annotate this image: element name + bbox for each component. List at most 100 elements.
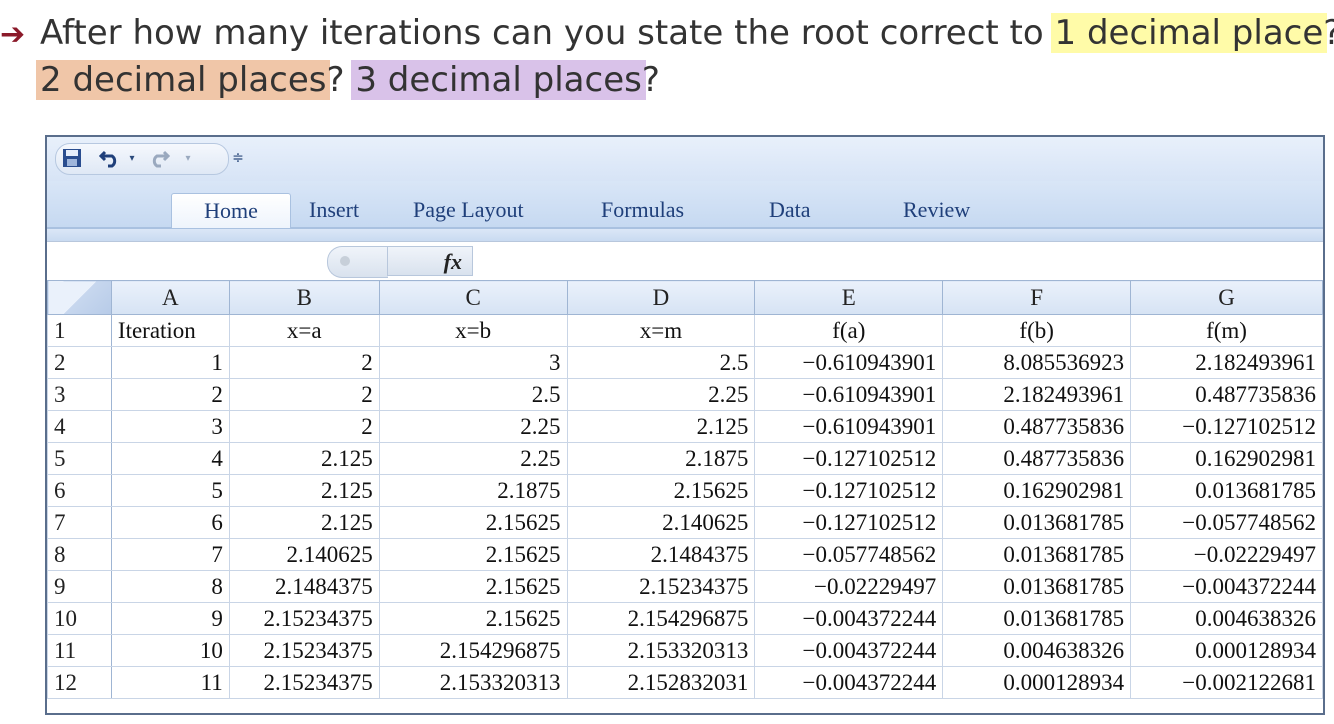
cell-c2[interactable]: 3 [378, 346, 568, 379]
undo-dropdown-icon[interactable]: ▾ [127, 147, 137, 169]
tab-data[interactable]: Data [763, 193, 817, 227]
cell-c7[interactable]: 2.15625 [378, 506, 568, 539]
cell-d12[interactable]: 2.152832031 [566, 666, 756, 699]
cell-g2[interactable]: 2.182493961 [1130, 346, 1323, 379]
redo-icon[interactable] [147, 147, 171, 169]
row-header[interactable]: 3 [47, 378, 112, 411]
column-header-d[interactable]: D [566, 280, 756, 315]
cell-b1[interactable]: x=a [228, 314, 380, 347]
cell-a2[interactable]: 1 [110, 346, 230, 379]
cell-g6[interactable]: 0.013681785 [1130, 474, 1323, 507]
cell-d1[interactable]: x=m [566, 314, 756, 347]
cell-c8[interactable]: 2.15625 [378, 538, 568, 571]
cell-d2[interactable]: 2.5 [566, 346, 756, 379]
cell-d5[interactable]: 2.1875 [566, 442, 756, 475]
cell-d8[interactable]: 2.1484375 [566, 538, 756, 571]
cell-c12[interactable]: 2.153320313 [378, 666, 568, 699]
cell-f1[interactable]: f(b) [942, 314, 1132, 347]
cell-b4[interactable]: 2 [228, 410, 380, 443]
undo-icon[interactable] [97, 147, 123, 169]
column-header-e[interactable]: E [754, 280, 944, 315]
row-header[interactable]: 9 [47, 570, 112, 603]
column-header-a[interactable]: A [110, 280, 230, 315]
tab-home[interactable]: Home [171, 193, 291, 228]
cell-e1[interactable]: f(a) [754, 314, 944, 347]
cell-e11[interactable]: −0.004372244 [754, 634, 944, 667]
cell-c3[interactable]: 2.5 [378, 378, 568, 411]
cell-f5[interactable]: 0.487735836 [942, 442, 1132, 475]
cell-e2[interactable]: −0.610943901 [754, 346, 944, 379]
row-header[interactable]: 4 [47, 410, 112, 443]
tab-page-layout[interactable]: Page Layout [407, 193, 530, 227]
cell-d6[interactable]: 2.15625 [566, 474, 756, 507]
cell-b5[interactable]: 2.125 [228, 442, 380, 475]
cell-g4[interactable]: −0.127102512 [1130, 410, 1323, 443]
column-header-g[interactable]: G [1130, 280, 1323, 315]
select-all-corner[interactable] [47, 280, 112, 315]
cell-c11[interactable]: 2.154296875 [378, 634, 568, 667]
cell-g5[interactable]: 0.162902981 [1130, 442, 1323, 475]
cell-g8[interactable]: −0.02229497 [1130, 538, 1323, 571]
cell-g3[interactable]: 0.487735836 [1130, 378, 1323, 411]
fx-icon[interactable]: fx [387, 246, 473, 276]
cell-e4[interactable]: −0.610943901 [754, 410, 944, 443]
cell-a12[interactable]: 11 [110, 666, 230, 699]
cell-b12[interactable]: 2.15234375 [228, 666, 380, 699]
cell-f4[interactable]: 0.487735836 [942, 410, 1132, 443]
column-header-c[interactable]: C [378, 280, 568, 315]
cell-e5[interactable]: −0.127102512 [754, 442, 944, 475]
tab-review[interactable]: Review [897, 193, 976, 227]
cell-c10[interactable]: 2.15625 [378, 602, 568, 635]
cell-d4[interactable]: 2.125 [566, 410, 756, 443]
tab-insert[interactable]: Insert [303, 193, 365, 227]
column-header-f[interactable]: F [942, 280, 1132, 315]
cell-b11[interactable]: 2.15234375 [228, 634, 380, 667]
cell-b2[interactable]: 2 [228, 346, 380, 379]
cell-g12[interactable]: −0.002122681 [1130, 666, 1323, 699]
cell-g7[interactable]: −0.057748562 [1130, 506, 1323, 539]
row-header[interactable]: 8 [47, 538, 112, 571]
cell-d7[interactable]: 2.140625 [566, 506, 756, 539]
cell-f2[interactable]: 8.085536923 [942, 346, 1132, 379]
cell-c9[interactable]: 2.15625 [378, 570, 568, 603]
cell-a7[interactable]: 6 [110, 506, 230, 539]
cell-a9[interactable]: 8 [110, 570, 230, 603]
tab-formulas[interactable]: Formulas [595, 193, 690, 227]
cell-d9[interactable]: 2.15234375 [566, 570, 756, 603]
cell-d11[interactable]: 2.153320313 [566, 634, 756, 667]
cell-b6[interactable]: 2.125 [228, 474, 380, 507]
cell-e12[interactable]: −0.004372244 [754, 666, 944, 699]
cell-e8[interactable]: −0.057748562 [754, 538, 944, 571]
row-header[interactable]: 11 [47, 634, 112, 667]
name-box-handle[interactable] [327, 246, 388, 278]
cell-g10[interactable]: 0.004638326 [1130, 602, 1323, 635]
cell-a4[interactable]: 3 [110, 410, 230, 443]
cell-a11[interactable]: 10 [110, 634, 230, 667]
cell-c1[interactable]: x=b [378, 314, 568, 347]
cell-a10[interactable]: 9 [110, 602, 230, 635]
cell-d10[interactable]: 2.154296875 [566, 602, 756, 635]
cell-e3[interactable]: −0.610943901 [754, 378, 944, 411]
cell-b7[interactable]: 2.125 [228, 506, 380, 539]
cell-f6[interactable]: 0.162902981 [942, 474, 1132, 507]
cell-f11[interactable]: 0.004638326 [942, 634, 1132, 667]
row-header[interactable]: 2 [47, 346, 112, 379]
cell-a3[interactable]: 2 [110, 378, 230, 411]
cell-e7[interactable]: −0.127102512 [754, 506, 944, 539]
cell-f8[interactable]: 0.013681785 [942, 538, 1132, 571]
cell-f9[interactable]: 0.013681785 [942, 570, 1132, 603]
customize-toolbar-icon[interactable]: ≑ [231, 147, 245, 169]
cell-b10[interactable]: 2.15234375 [228, 602, 380, 635]
cell-a8[interactable]: 7 [110, 538, 230, 571]
cell-g9[interactable]: −0.004372244 [1130, 570, 1323, 603]
cell-c5[interactable]: 2.25 [378, 442, 568, 475]
row-header[interactable]: 5 [47, 442, 112, 475]
cell-g11[interactable]: 0.000128934 [1130, 634, 1323, 667]
row-header[interactable]: 12 [47, 666, 112, 699]
column-header-b[interactable]: B [228, 280, 380, 315]
row-header[interactable]: 1 [47, 314, 112, 347]
row-header[interactable]: 7 [47, 506, 112, 539]
row-header[interactable]: 10 [47, 602, 112, 635]
cell-f10[interactable]: 0.013681785 [942, 602, 1132, 635]
cell-f7[interactable]: 0.013681785 [942, 506, 1132, 539]
